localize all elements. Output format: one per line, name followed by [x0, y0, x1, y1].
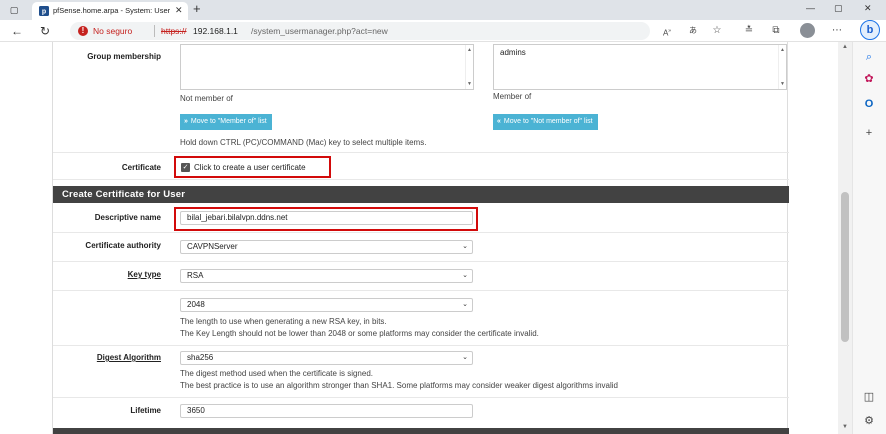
list-scroll-up-icon[interactable]: ▲	[467, 47, 472, 53]
next-section-header	[53, 428, 789, 434]
read-aloud-icon[interactable]: A»	[660, 24, 674, 41]
member-caption: Member of	[493, 92, 532, 101]
key-type-label[interactable]: Key type	[128, 270, 161, 279]
digest-algorithm-row: Digest Algorithm sha256 ⌄ The digest met…	[53, 346, 789, 398]
move-to-not-member-button[interactable]: «Move to "Not member of" list	[493, 114, 598, 130]
certificate-authority-row: Certificate authority CAVPNServer ⌄	[53, 233, 789, 262]
url-scheme: https://	[161, 26, 187, 36]
favorites-icon[interactable]: ≛	[742, 24, 756, 38]
scroll-up-icon[interactable]: ▲	[842, 44, 848, 50]
key-length-help-1: The length to use when generating a new …	[180, 317, 387, 326]
list-scroll-up-icon[interactable]: ▲	[780, 47, 785, 53]
shopping-icon[interactable]: ✿	[862, 72, 876, 86]
insecure-label[interactable]: No seguro	[93, 26, 132, 36]
window-close-icon[interactable]: ✕	[864, 3, 872, 14]
profile-avatar[interactable]	[800, 23, 815, 38]
more-options-icon[interactable]: ⋯	[830, 24, 844, 38]
move-to-member-button[interactable]: » Move to "Member of" list	[180, 114, 272, 130]
certificate-label: Certificate	[121, 163, 161, 172]
digest-algorithm-help-1: The digest method used when the certific…	[180, 369, 373, 378]
digest-algorithm-label[interactable]: Digest Algorithm	[97, 353, 161, 362]
descriptive-name-row: Descriptive name bilal_jebari.bilalvpn.d…	[53, 203, 789, 233]
member-listbox[interactable]: admins ▲ ▼	[493, 44, 787, 90]
scroll-thumb[interactable]	[841, 192, 849, 342]
descriptive-name-label: Descriptive name	[94, 213, 161, 222]
list-scroll-down-icon[interactable]: ▼	[780, 81, 785, 87]
certificate-authority-select[interactable]: CAVPNServer ⌄	[180, 240, 473, 254]
list-scroll-down-icon[interactable]: ▼	[467, 81, 472, 87]
user-form-panel: Group membership ▲ ▼ Not member of admin…	[52, 42, 789, 434]
key-length-select[interactable]: 2048 ⌄	[180, 298, 473, 312]
sidebar-toggle-icon[interactable]: ◫	[862, 390, 876, 404]
address-toolbar: ← ↻ ! No seguro https:// 192.168.1.1 /sy…	[0, 20, 886, 42]
key-type-row: Key type RSA ⌄	[53, 262, 789, 291]
multi-select-hint: Hold down CTRL (PC)/COMMAND (Mac) key to…	[180, 138, 427, 147]
lifetime-label: Lifetime	[130, 406, 161, 415]
maximize-icon[interactable]: ▢	[834, 3, 843, 14]
page-viewport: Group membership ▲ ▼ Not member of admin…	[0, 42, 838, 434]
highlight-descriptive-name-box	[174, 207, 478, 231]
section-header: Create Certificate for User	[53, 186, 789, 203]
lifetime-row: Lifetime 3650	[53, 398, 789, 428]
tab-close-icon[interactable]: ✕	[175, 5, 183, 16]
double-chevron-left-icon: «	[497, 118, 501, 125]
member-listbox-scrollbar[interactable]: ▲ ▼	[778, 45, 786, 89]
member-item-admins[interactable]: admins	[500, 48, 526, 57]
tab-actions-icon[interactable]: ▢	[8, 4, 20, 16]
warning-icon: !	[78, 26, 88, 36]
key-length-help-2: The Key Length should not be lower than …	[180, 329, 539, 338]
chevron-down-icon: ⌄	[462, 354, 468, 361]
not-member-listbox-scrollbar[interactable]: ▲ ▼	[465, 45, 473, 89]
copilot-icon[interactable]: b	[860, 20, 880, 40]
lifetime-input[interactable]: 3650	[180, 404, 473, 418]
chevron-down-icon: ⌄	[462, 301, 468, 308]
url-path: /system_usermanager.php?act=new	[251, 26, 388, 36]
digest-algorithm-select[interactable]: sha256 ⌄	[180, 351, 473, 365]
not-member-caption: Not member of	[180, 94, 233, 103]
not-member-listbox[interactable]: ▲ ▼	[180, 44, 474, 90]
new-tab-icon[interactable]: +	[193, 2, 201, 16]
certificate-authority-label: Certificate authority	[85, 241, 161, 250]
key-type-select[interactable]: RSA ⌄	[180, 269, 473, 283]
chevron-down-icon: ⌄	[462, 243, 468, 250]
add-sidebar-icon[interactable]: +	[862, 126, 876, 140]
translate-icon[interactable]: あ	[686, 24, 700, 38]
certificate-row: Certificate ✓ Click to create a user cer…	[53, 153, 789, 180]
tab-title: pfSense.home.arpa - System: User	[53, 6, 171, 15]
reload-icon[interactable]: ↻	[38, 24, 52, 38]
digest-algorithm-help-2: The best practice is to use an algorithm…	[180, 381, 618, 390]
highlight-certificate-box	[174, 156, 331, 178]
url-separator	[154, 25, 155, 37]
group-membership-row: Group membership ▲ ▼ Not member of admin…	[53, 42, 789, 153]
svg-text:p: p	[42, 9, 46, 16]
pfsense-favicon-icon: p	[39, 6, 49, 16]
back-icon[interactable]: ←	[10, 24, 24, 38]
collections-icon[interactable]: ⧉	[769, 24, 783, 38]
settings-gear-icon[interactable]: ⚙	[862, 414, 876, 428]
title-bar: ▢ p pfSense.home.arpa - System: User ✕ +…	[0, 0, 886, 20]
minimize-icon[interactable]: —	[806, 3, 815, 13]
group-membership-label: Group membership	[87, 52, 161, 61]
key-length-row: 2048 ⌄ The length to use when generating…	[53, 291, 789, 346]
favorite-add-icon[interactable]: ☆	[710, 24, 724, 38]
browser-tab[interactable]: p pfSense.home.arpa - System: User ✕	[32, 2, 188, 20]
chevron-down-icon: ⌄	[462, 272, 468, 279]
address-bar[interactable]: ! No seguro https:// 192.168.1.1 /system…	[70, 22, 650, 40]
double-chevron-right-icon: »	[184, 118, 188, 125]
scroll-down-icon[interactable]: ▼	[842, 424, 848, 430]
outlook-icon[interactable]: O	[862, 97, 876, 111]
search-icon[interactable]: ⌕	[862, 50, 876, 64]
edge-sidebar: ⌕ ✿ O + ◫ ⚙	[852, 42, 886, 434]
url-host: 192.168.1.1	[193, 26, 238, 36]
page-scrollbar[interactable]: ▲ ▼	[838, 42, 852, 434]
